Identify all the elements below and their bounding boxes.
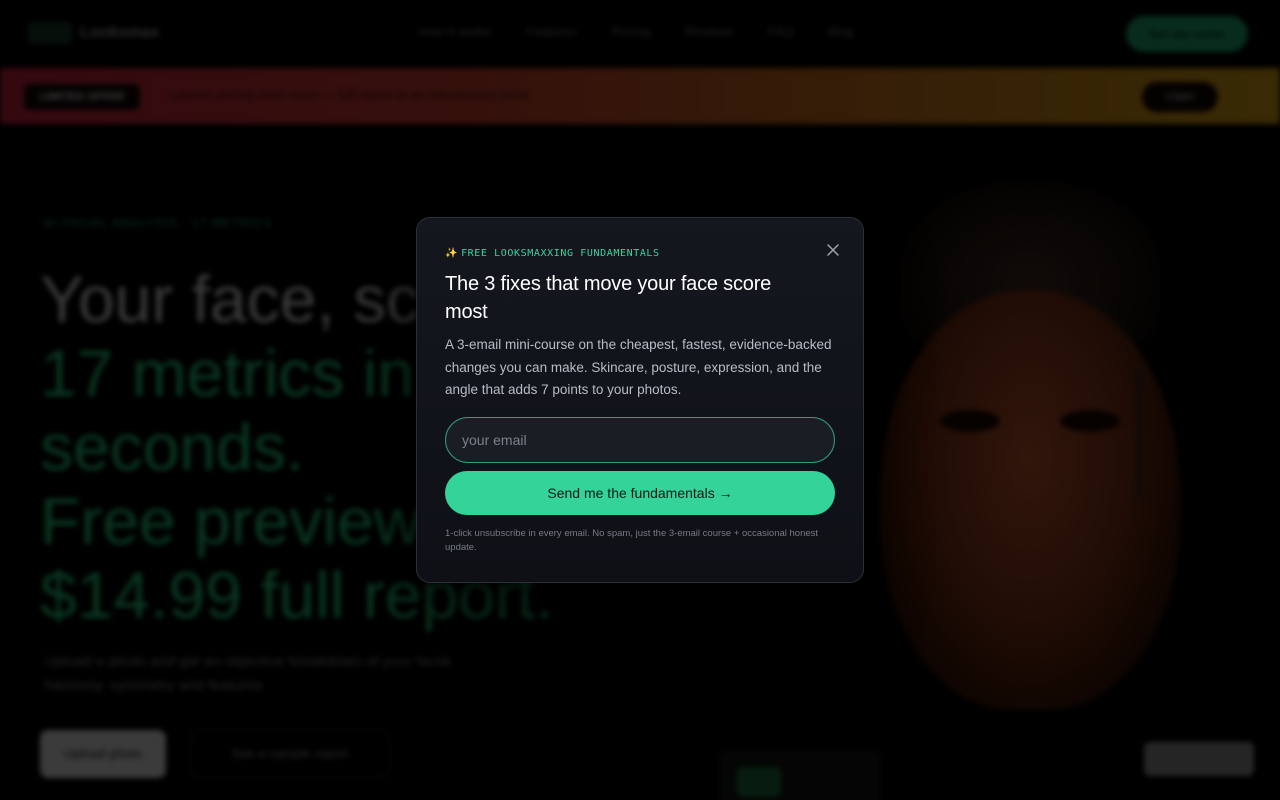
close-button[interactable]: [821, 238, 845, 262]
unsubscribe-note: 1-click unsubscribe in every email. No s…: [445, 528, 819, 553]
modal-eyebrow: ✨ FREE LOOKSMAXXING FUNDAMENTALS: [445, 248, 660, 259]
email-input[interactable]: [445, 417, 835, 463]
modal-eyebrow-text: FREE LOOKSMAXXING FUNDAMENTALS: [461, 248, 660, 259]
newsletter-modal: ✨ FREE LOOKSMAXXING FUNDAMENTALS The 3 fi…: [416, 217, 864, 583]
modal-title: The 3 fixes that move your face score mo…: [445, 273, 772, 323]
close-icon: [827, 244, 839, 256]
page: Looksmax How it works Features Pricing R…: [0, 0, 1280, 800]
sparkles-icon: ✨: [445, 248, 459, 259]
modal-description: A 3-email mini-course on the cheapest, f…: [445, 337, 832, 397]
send-fundamentals-button[interactable]: Send me the fundamentals →: [445, 471, 835, 515]
